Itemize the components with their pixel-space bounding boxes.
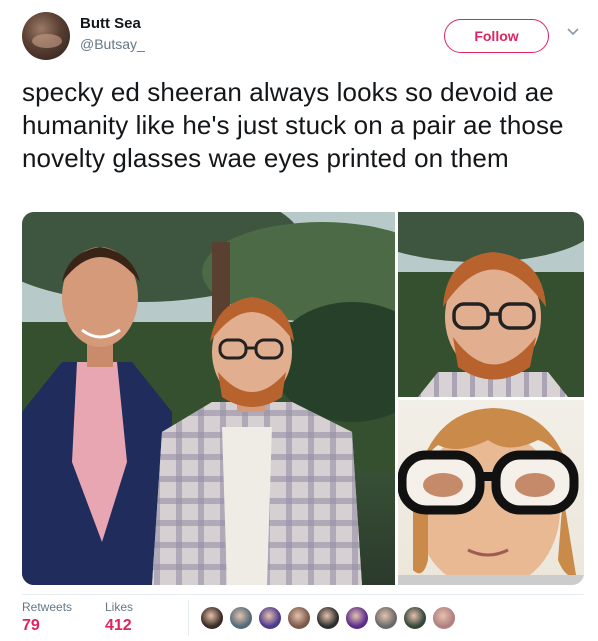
liker-avatar[interactable] [229, 606, 253, 630]
chevron-down-icon[interactable] [566, 24, 580, 38]
photo-cartoon-glasses[interactable] [398, 400, 584, 585]
likes-count: 412 [105, 617, 132, 634]
retweets-stat[interactable]: Retweets 79 [22, 600, 72, 635]
tweet-media[interactable] [22, 212, 584, 585]
footer-divider [22, 594, 584, 595]
liker-avatar[interactable] [287, 606, 311, 630]
tweet-header: Butt Sea @Butsay_ Follow [22, 12, 582, 60]
retweets-label: Retweets [22, 600, 73, 614]
tweet-text: specky ed sheeran always looks so devoid… [22, 77, 564, 173]
stats-divider [188, 600, 189, 636]
liker-avatar[interactable] [200, 606, 224, 630]
retweets-count: 79 [22, 617, 40, 634]
liker-avatar[interactable] [345, 606, 369, 630]
liker-avatar[interactable] [258, 606, 282, 630]
photo-closeup[interactable] [398, 212, 584, 397]
liker-avatar[interactable] [403, 606, 427, 630]
liker-avatar[interactable] [316, 606, 340, 630]
likes-label: Likes [105, 600, 134, 614]
author-name[interactable]: Butt Sea [80, 15, 141, 32]
follow-button[interactable]: Follow [444, 19, 549, 53]
liker-avatar[interactable] [432, 606, 456, 630]
author-avatar[interactable] [22, 12, 70, 60]
likes-stat[interactable]: Likes 412 [105, 600, 133, 635]
photo-two-men[interactable] [22, 212, 395, 585]
author-handle[interactable]: @Butsay_ [80, 36, 145, 52]
liker-avatar[interactable] [374, 606, 398, 630]
